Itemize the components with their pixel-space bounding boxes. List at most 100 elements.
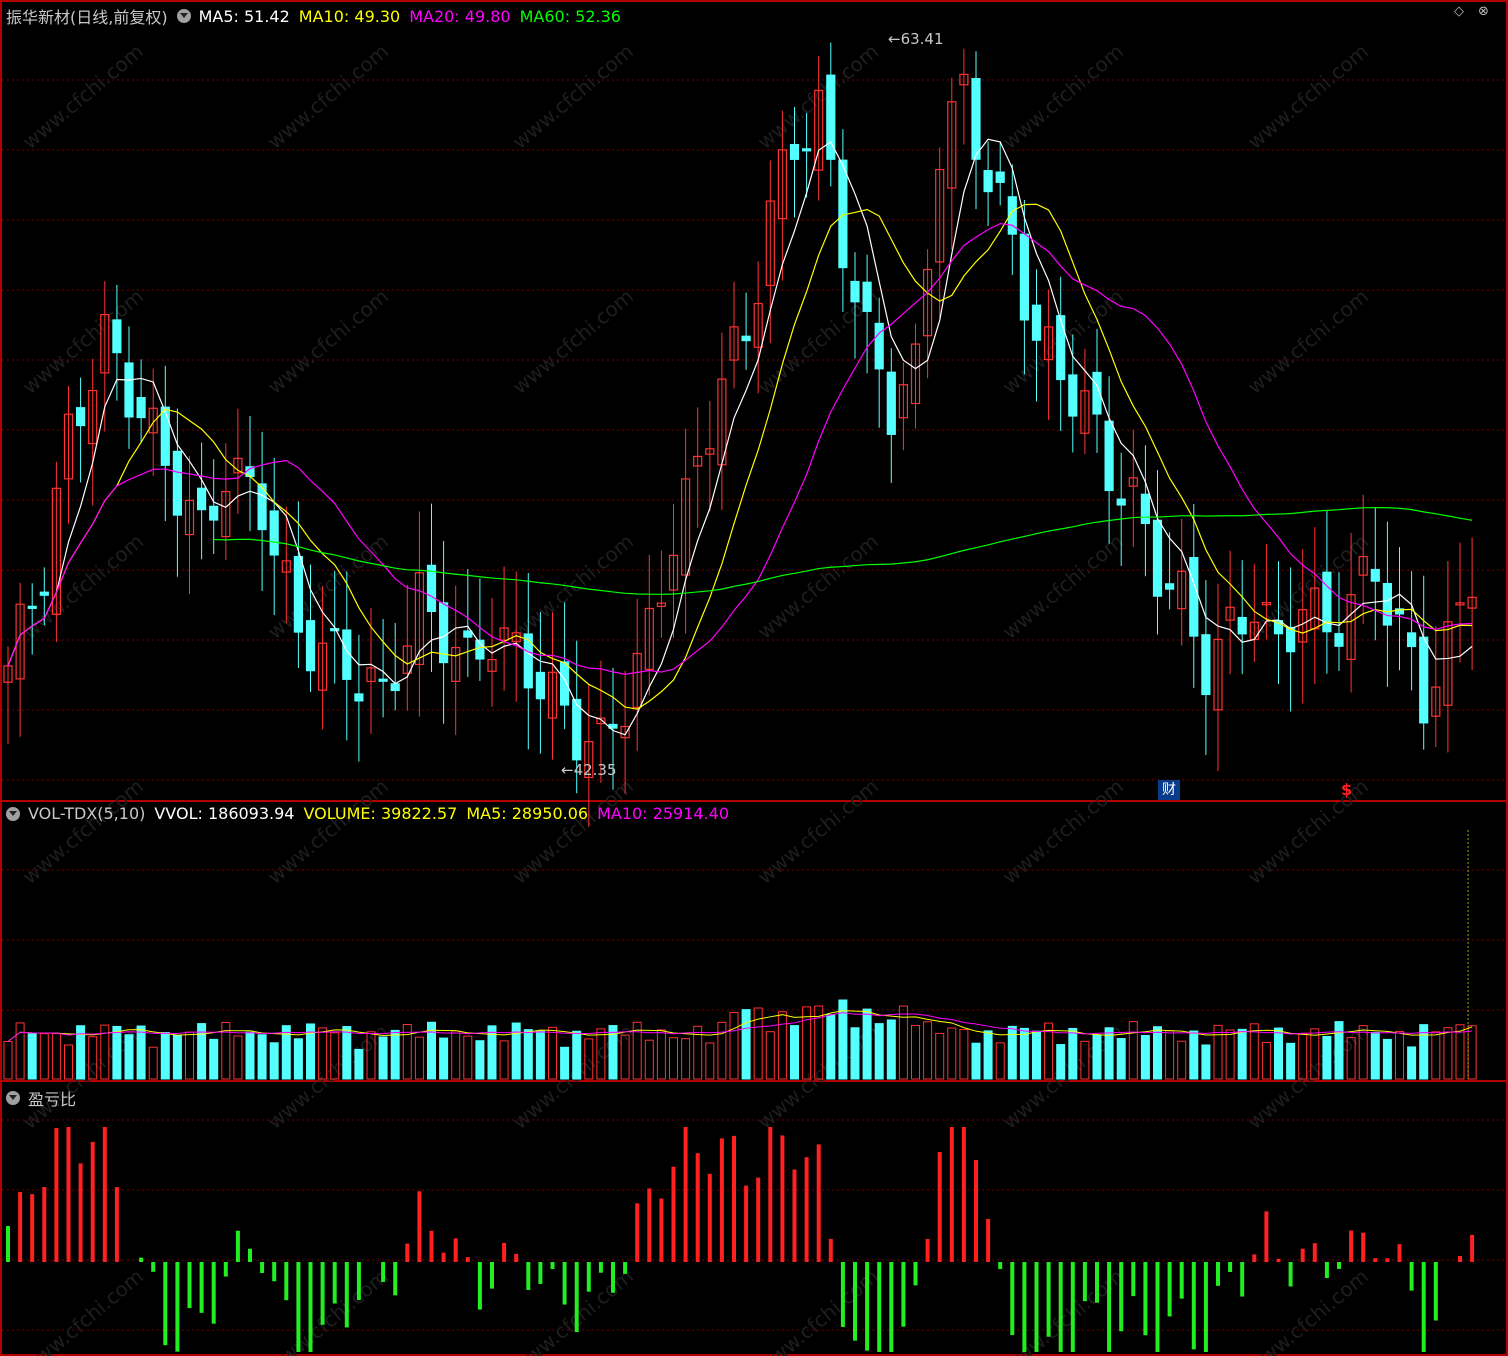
pl-bar: [272, 1262, 277, 1282]
stock-chart[interactable]: www.cfchi.com www.cfchi.com www.cfchi.com w…: [0, 0, 1508, 1356]
pl-bar: [1397, 1244, 1402, 1262]
pl-bar: [1324, 1262, 1329, 1279]
pl-bar: [42, 1186, 47, 1262]
candle-body: [1164, 583, 1175, 590]
candle-body: [426, 564, 437, 613]
volume-bar: [959, 1028, 969, 1080]
pl-bar: [635, 1203, 640, 1262]
pl-bar: [949, 1127, 954, 1262]
volume-bar: [451, 1030, 461, 1080]
candle-body: [535, 671, 546, 700]
dividend-marker[interactable]: $: [1341, 780, 1352, 799]
candle-body: [1382, 582, 1393, 626]
volume-bar: [1225, 1029, 1235, 1080]
pl-bar: [1409, 1262, 1414, 1291]
watermark-text: www.cfchi.com: [263, 1264, 393, 1356]
vol-ma5-line: [7, 1010, 1473, 1042]
pl-bar: [1361, 1232, 1366, 1262]
volume-bar: [3, 1041, 13, 1080]
pl-bar: [683, 1127, 688, 1262]
pl-bar: [1433, 1262, 1438, 1321]
pl-bar: [1119, 1262, 1124, 1332]
pl-bar: [441, 1252, 446, 1262]
pl-bar: [465, 1257, 470, 1262]
candle-body: [1116, 498, 1126, 506]
watermark-text: www.cfchi.com: [1243, 39, 1373, 154]
volume-bar: [729, 1011, 739, 1080]
pl-bar: [502, 1242, 507, 1262]
volume-bar: [1032, 1030, 1041, 1080]
pl-bar: [1252, 1254, 1257, 1262]
candle-body: [971, 78, 981, 160]
volume-bar: [1092, 1034, 1102, 1080]
pl-bar: [1131, 1262, 1136, 1297]
pl-bar: [114, 1187, 119, 1262]
volume-bar: [414, 1036, 424, 1080]
volume-bar: [1116, 1038, 1126, 1080]
pl-bar: [1458, 1255, 1462, 1262]
pl-settings-icon[interactable]: [6, 1091, 20, 1105]
pl-bar: [54, 1127, 59, 1262]
volume-bar: [911, 1024, 920, 1080]
financial-report-badge[interactable]: 财: [1158, 780, 1180, 800]
watermark-text: www.cfchi.com: [263, 774, 393, 889]
pl-bar: [1373, 1258, 1378, 1262]
pl-bar: [514, 1253, 519, 1262]
volume-bar: [1286, 1042, 1296, 1080]
vol-settings-icon[interactable]: [6, 806, 20, 821]
diamond-icon[interactable]: ◇: [1454, 4, 1464, 19]
pl-bar: [816, 1144, 821, 1262]
volume-bar: [1019, 1027, 1029, 1080]
pl-bar: [598, 1262, 603, 1273]
pl-bar: [139, 1257, 144, 1262]
volume-bar: [136, 1025, 146, 1080]
watermark-text: www.cfchi.com: [508, 39, 638, 154]
candle-body: [1285, 626, 1296, 653]
watermark-text: www.cfchi.com: [753, 1264, 883, 1356]
pl-bar: [1276, 1258, 1281, 1262]
volume-bar: [354, 1048, 364, 1080]
volume-bar: [1274, 1027, 1283, 1080]
volume-bar: [1153, 1026, 1162, 1080]
volume-bar: [669, 1037, 678, 1080]
stock-title: 振华新材(日线,前复权): [6, 8, 168, 27]
candle-body: [1068, 374, 1078, 417]
candle-body: [1104, 420, 1114, 492]
pl-bar: [586, 1262, 591, 1292]
pl-bar: [405, 1243, 410, 1262]
pl-bar: [865, 1262, 870, 1351]
pl-bar: [175, 1262, 180, 1352]
pl-bar: [417, 1191, 422, 1262]
volume-bar: [1068, 1027, 1078, 1080]
volume-bar: [1261, 1041, 1271, 1080]
pl-bar: [223, 1262, 228, 1277]
pl-bar: [707, 1173, 712, 1262]
indicator-settings-icon[interactable]: [176, 9, 191, 23]
candle-body: [1140, 493, 1151, 525]
candle-body: [1056, 315, 1066, 381]
ma20-label: MA20: 49.80: [409, 6, 511, 26]
pl-bar: [453, 1238, 458, 1262]
volume-bar: [463, 1035, 473, 1080]
volume-bar: [233, 1035, 243, 1080]
pl-bar: [647, 1188, 652, 1262]
volume-bar: [850, 1027, 860, 1080]
volume-bar: [124, 1034, 134, 1080]
volume-bar: [51, 1033, 61, 1080]
volume-bar: [523, 1029, 533, 1080]
watermark-text: www.cfchi.com: [753, 529, 883, 644]
volume-bar: [1467, 1025, 1477, 1080]
volume-bar: [1128, 1021, 1138, 1080]
candle-body: [269, 510, 279, 556]
volume-bar: [644, 1039, 654, 1080]
volume-bar: [765, 1031, 775, 1080]
candle-body: [1152, 519, 1163, 597]
pl-bar: [308, 1262, 313, 1352]
candle-body: [330, 628, 340, 632]
volume-bar: [148, 1046, 158, 1080]
pl-bar: [1034, 1262, 1039, 1352]
close-circle-icon[interactable]: ⊗: [1478, 4, 1489, 19]
pl-bar: [199, 1262, 204, 1313]
pl-bar: [90, 1141, 95, 1262]
volume-bar: [269, 1042, 279, 1080]
